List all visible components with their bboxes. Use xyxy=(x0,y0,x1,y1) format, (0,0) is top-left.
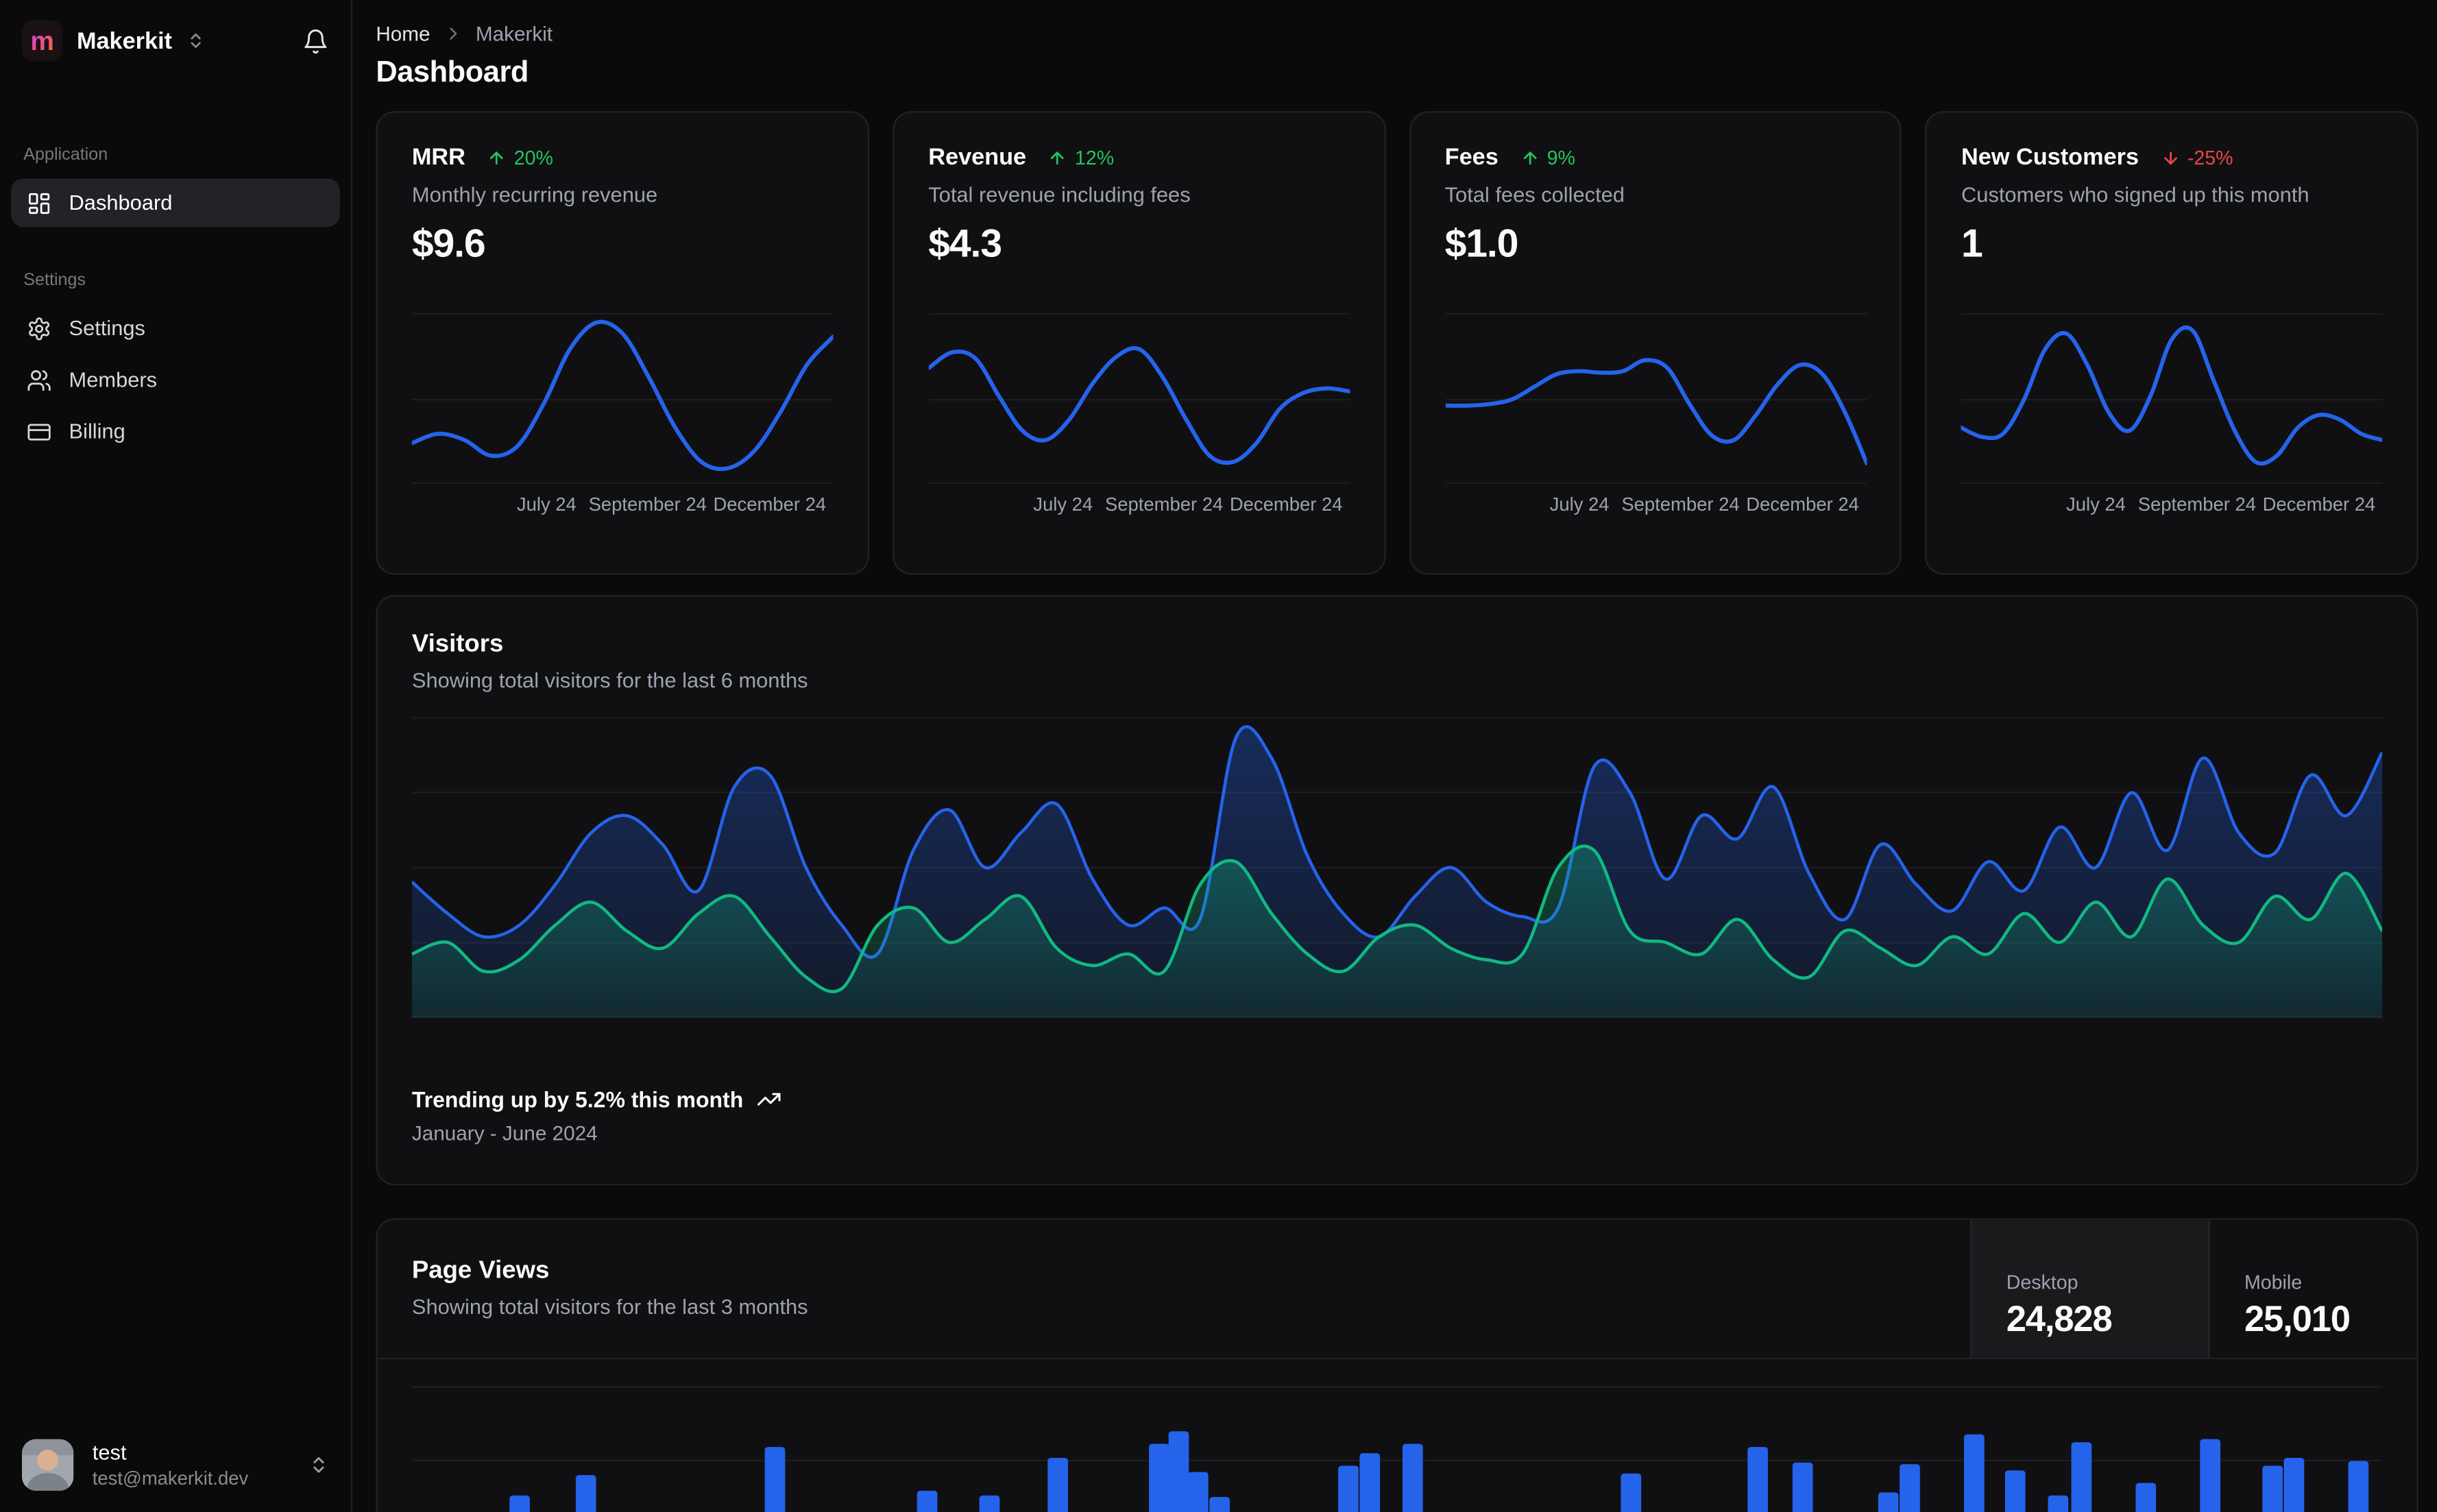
fees-chart xyxy=(1442,308,1869,484)
x-axis-ticks: July 24 September 24 December 24 xyxy=(412,493,833,519)
stat-card-new-customers: New Customers -25% Customers who signed … xyxy=(1925,111,2418,575)
x-axis-ticks: July 24 September 24 December 24 xyxy=(1445,493,1866,519)
new-customers-chart xyxy=(1959,308,2385,484)
x-tick: December 24 xyxy=(2262,493,2376,515)
user-avatar xyxy=(21,1439,74,1491)
visitors-chart xyxy=(411,717,2384,1019)
chevron-right-icon xyxy=(443,23,463,44)
x-tick: December 24 xyxy=(1229,493,1343,515)
sidebar-nav-application: Dashboard xyxy=(0,178,351,228)
stat-subtitle: Customers who signed up this month xyxy=(1961,183,2309,207)
page-views-subtitle: Showing total visitors for the last 3 mo… xyxy=(411,1295,808,1319)
sidebar-item-label: Dashboard xyxy=(69,191,173,215)
trend-text: Trending up by 5.2% this month xyxy=(411,1086,744,1112)
x-tick: December 24 xyxy=(713,493,827,515)
x-tick: September 24 xyxy=(1104,493,1224,515)
sidebar-item-billing[interactable]: Billing xyxy=(11,407,340,456)
page-views-chart xyxy=(411,1359,2383,1512)
app-root: m Makerkit Application Dashboard Setting… xyxy=(0,0,2437,1512)
page-views-card: Page Views Showing total visitors for th… xyxy=(376,1218,2418,1512)
arrow-up-icon xyxy=(1520,148,1539,167)
x-tick: September 24 xyxy=(588,493,707,515)
x-axis-ticks: July 24 September 24 December 24 xyxy=(1961,493,2382,519)
mrr-chart xyxy=(409,308,836,484)
page-views-title: Page Views xyxy=(411,1257,550,1284)
visitors-title: Visitors xyxy=(411,631,504,658)
main-content: Home Makerkit Dashboard MRR 20% Monthly … xyxy=(352,0,2437,1512)
sidebar-item-label: Members xyxy=(69,367,158,392)
toggle-desktop-total[interactable]: Desktop 24,828 xyxy=(1970,1219,2209,1358)
stat-card-revenue: Revenue 12% Total revenue including fees… xyxy=(892,111,1385,575)
trend-badge: 9% xyxy=(1520,147,1575,169)
x-tick: September 24 xyxy=(1621,493,1740,515)
arrow-up-icon xyxy=(487,148,506,167)
x-axis-ticks: July 24 September 24 December 24 xyxy=(928,493,1349,519)
mobile-label: Mobile xyxy=(2244,1271,2303,1293)
arrow-up-icon xyxy=(1048,148,1067,167)
desktop-label: Desktop xyxy=(2006,1271,2078,1293)
workspace-switcher[interactable]: m Makerkit xyxy=(21,20,205,62)
stats-row: MRR 20% Monthly recurring revenue $9.6 J… xyxy=(376,111,2418,575)
x-tick: July 24 xyxy=(516,493,577,515)
section-label-settings: Settings xyxy=(23,271,86,290)
user-email: test@makerkit.dev xyxy=(92,1467,249,1489)
sidebar-nav-settings: Settings Members Billing xyxy=(0,304,351,456)
mobile-value: 25,010 xyxy=(2244,1297,2351,1339)
x-tick: July 24 xyxy=(1549,493,1610,515)
stat-title: Fees xyxy=(1444,144,1499,171)
workspace-name: Makerkit xyxy=(76,27,173,54)
gear-icon xyxy=(27,315,52,341)
stat-subtitle: Total revenue including fees xyxy=(928,183,1191,207)
sidebar-item-settings[interactable]: Settings xyxy=(11,304,340,352)
stat-value: $4.3 xyxy=(928,222,1002,267)
desktop-value: 24,828 xyxy=(2006,1297,2113,1339)
breadcrumb-current: Makerkit xyxy=(475,21,553,46)
sidebar-item-label: Billing xyxy=(69,419,125,443)
stat-title: MRR xyxy=(411,144,465,171)
trending-up-icon xyxy=(756,1087,781,1112)
chevrons-up-down-icon xyxy=(186,32,205,50)
x-tick: September 24 xyxy=(2137,493,2256,515)
stat-subtitle: Total fees collected xyxy=(1444,183,1625,207)
x-tick: July 24 xyxy=(1033,493,1093,515)
makerkit-logo: m xyxy=(21,20,63,62)
visitors-subtitle: Showing total visitors for the last 6 mo… xyxy=(411,668,808,692)
trend-badge: 20% xyxy=(487,147,553,169)
section-label-application: Application xyxy=(23,145,108,164)
sidebar: m Makerkit Application Dashboard Setting… xyxy=(0,0,353,1512)
page-title: Dashboard xyxy=(376,56,529,90)
credit-card-icon xyxy=(27,419,52,444)
sidebar-item-label: Settings xyxy=(69,316,145,340)
x-tick: July 24 xyxy=(2066,493,2126,515)
stat-card-fees: Fees 9% Total fees collected $1.0 July 2… xyxy=(1409,111,1902,575)
user-menu[interactable]: test test@makerkit.dev xyxy=(12,1430,338,1500)
stat-title: Revenue xyxy=(928,144,1027,171)
stat-card-mrr: MRR 20% Monthly recurring revenue $9.6 J… xyxy=(376,111,869,575)
users-icon xyxy=(27,367,52,393)
toggle-mobile-total[interactable]: Mobile 25,010 xyxy=(2208,1219,2416,1358)
revenue-chart xyxy=(926,308,1352,484)
period-text: January - June 2024 xyxy=(411,1121,598,1145)
breadcrumb: Home Makerkit xyxy=(376,22,2418,45)
stat-value: $1.0 xyxy=(1444,222,1519,267)
trend-badge: -25% xyxy=(2161,147,2233,169)
stat-value: $9.6 xyxy=(411,222,486,267)
notifications-button[interactable] xyxy=(302,27,329,54)
stat-subtitle: Monthly recurring revenue xyxy=(411,183,658,207)
trend-badge: 12% xyxy=(1048,147,1114,169)
sidebar-item-members[interactable]: Members xyxy=(11,356,340,404)
stat-value: 1 xyxy=(1961,222,1983,267)
sidebar-item-dashboard[interactable]: Dashboard xyxy=(10,178,340,228)
breadcrumb-home[interactable]: Home xyxy=(376,22,430,45)
page-views-header: Page Views Showing total visitors for th… xyxy=(377,1219,2417,1360)
dashboard-icon xyxy=(27,191,52,216)
visitors-footer: Trending up by 5.2% this month January -… xyxy=(412,1087,2382,1145)
bell-icon xyxy=(302,27,329,54)
arrow-down-icon xyxy=(2161,148,2179,167)
user-name: test xyxy=(92,1440,127,1465)
chevrons-up-down-icon xyxy=(308,1454,329,1475)
x-tick: December 24 xyxy=(1746,493,1859,515)
stat-title: New Customers xyxy=(1961,144,2139,171)
visitors-card: Visitors Showing total visitors for the … xyxy=(376,595,2418,1186)
